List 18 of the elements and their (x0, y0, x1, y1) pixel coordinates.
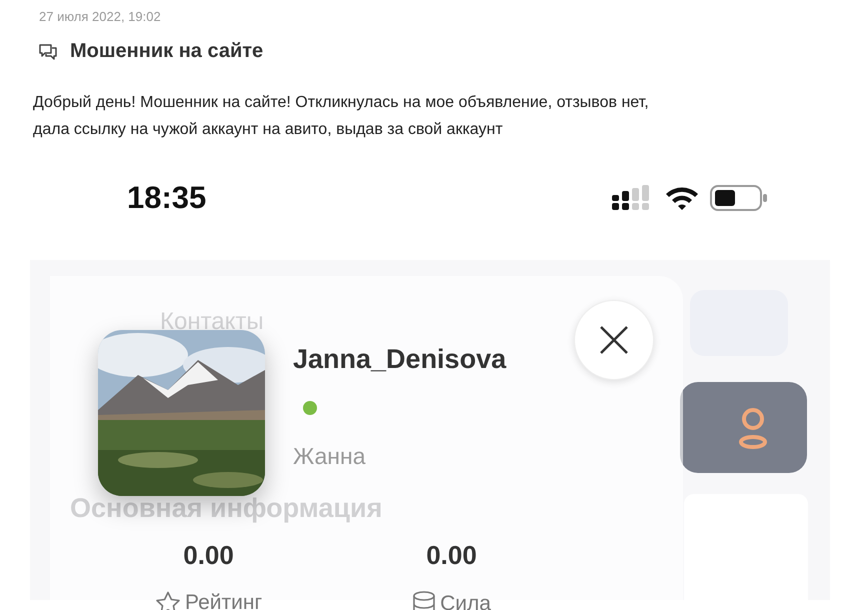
person-icon (738, 406, 768, 448)
display-name: Жанна (293, 443, 366, 470)
post-text: Добрый день! Мошенник на сайте! Откликнулась на мое объявление, отзывов нет, дала ссылку на чужой аккаунт на авито, выдав за свой аккаунт (33, 93, 650, 140)
stat-value: 0.00 (183, 540, 234, 571)
star-icon (155, 591, 181, 610)
stat-label: Сила (440, 592, 491, 610)
post-date: 27 июля 2022, 19:02 (38, 8, 162, 24)
chat-icon (38, 42, 58, 60)
status-time: 18:35 (127, 180, 206, 216)
stat-value: 0.00 (426, 540, 477, 571)
close-icon (599, 325, 629, 355)
post-title: Мошенник на сайте (70, 40, 264, 63)
wifi-icon (664, 185, 700, 211)
username: Janna_Denisova (293, 344, 506, 375)
profile-button[interactable] (680, 382, 807, 473)
battery-icon (710, 185, 768, 211)
stat-label: Рейтинг (185, 591, 262, 610)
database-icon (412, 591, 436, 610)
